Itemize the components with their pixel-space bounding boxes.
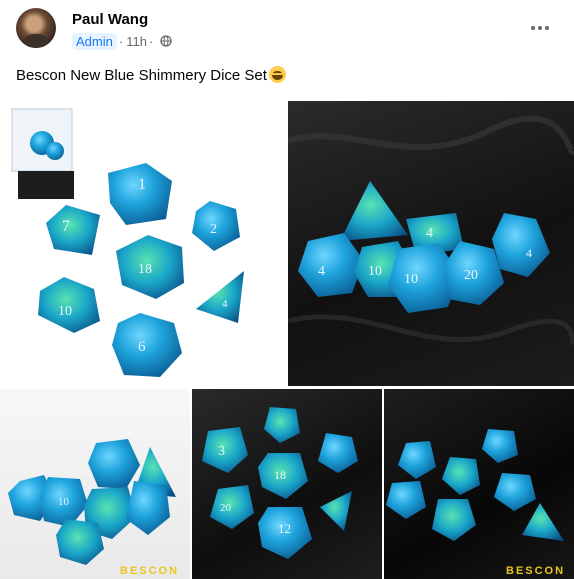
svg-text:4: 4 xyxy=(318,264,325,279)
svg-text:10: 10 xyxy=(58,304,72,319)
svg-text:10: 10 xyxy=(58,496,70,508)
svg-text:4: 4 xyxy=(526,246,532,260)
globe-icon[interactable] xyxy=(160,35,172,47)
svg-text:1: 1 xyxy=(138,176,146,193)
meta-separator: · xyxy=(118,33,124,49)
svg-text:4: 4 xyxy=(426,226,433,241)
svg-text:12: 12 xyxy=(278,521,291,536)
svg-text:3: 3 xyxy=(218,444,225,459)
more-options-icon[interactable] xyxy=(528,18,552,38)
svg-text:6: 6 xyxy=(138,339,146,355)
admin-badge[interactable]: Admin xyxy=(72,32,117,50)
grinning-face-emoji-icon xyxy=(268,66,286,83)
svg-text:20: 20 xyxy=(464,268,478,283)
svg-text:2: 2 xyxy=(210,222,217,237)
photo-3[interactable]: 10 BESCON xyxy=(0,389,190,579)
svg-text:7: 7 xyxy=(62,218,70,235)
post-time[interactable]: 11h xyxy=(126,34,147,49)
svg-text:10: 10 xyxy=(404,272,418,287)
meta-separator-2: · xyxy=(148,33,154,49)
svg-text:10: 10 xyxy=(368,264,382,279)
svg-text:18: 18 xyxy=(138,262,152,277)
photo-2[interactable]: 4 4 4 10 10 20 xyxy=(288,101,574,386)
brand-watermark: BESCON xyxy=(506,565,566,577)
post-text: Bescon New Blue Shimmery Dice Set xyxy=(16,66,286,84)
post-meta: Admin · 11h · xyxy=(72,31,172,51)
photo-4[interactable]: 3 18 20 12 xyxy=(192,389,382,579)
author-avatar[interactable] xyxy=(16,8,56,48)
svg-text:18: 18 xyxy=(274,468,286,482)
photo-5[interactable]: BESCON xyxy=(384,389,574,579)
svg-text:20: 20 xyxy=(220,502,232,514)
post-header: Paul Wang Admin · 11h · xyxy=(0,0,574,60)
author-name[interactable]: Paul Wang xyxy=(72,11,148,28)
photo-1[interactable]: 1 7 2 18 10 4 6 xyxy=(0,101,286,386)
svg-text:4: 4 xyxy=(222,298,228,310)
post-text-content: Bescon New Blue Shimmery Dice Set xyxy=(16,67,267,84)
brand-watermark: BESCON xyxy=(120,565,180,577)
